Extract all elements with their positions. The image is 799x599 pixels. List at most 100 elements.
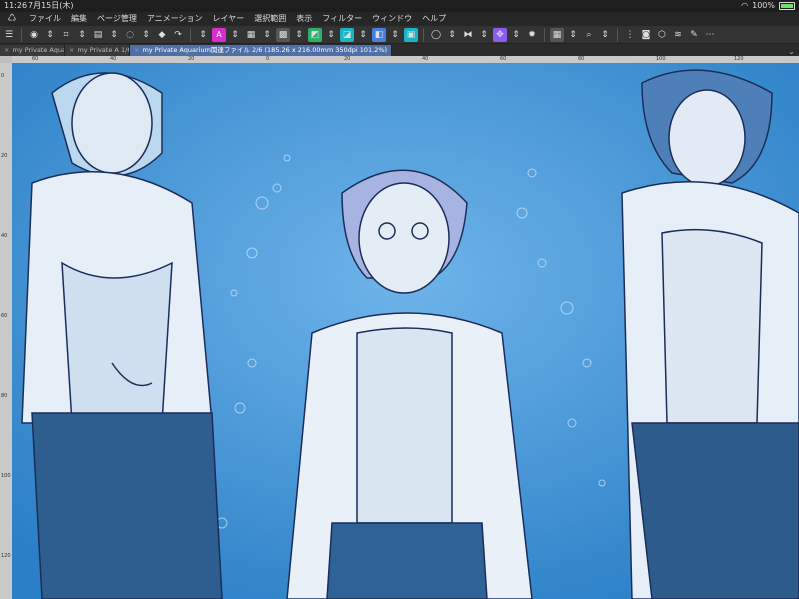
frame-icon[interactable]: ▣ [404, 27, 418, 42]
document-tab[interactable]: × my Private Aqua [0, 45, 65, 56]
menu-item-4[interactable]: レイヤー [208, 12, 250, 26]
arrows-icon[interactable]: ⇕ [445, 28, 459, 42]
record-icon[interactable]: ◉ [27, 28, 41, 42]
arrows-icon[interactable]: ⇕ [107, 28, 121, 42]
layout-icon[interactable]: ▦ [244, 28, 258, 42]
arrows-icon[interactable]: ⇕ [566, 28, 580, 42]
pen-icon[interactable]: ✎ [687, 28, 701, 42]
menu-item-7[interactable]: フィルター [317, 12, 367, 26]
arrows-icon[interactable]: ⇕ [324, 28, 338, 42]
bucket-icon[interactable]: ⬡ [655, 28, 669, 42]
layer-icon[interactable]: ◧ [372, 27, 386, 42]
menu-item-8[interactable]: ウィンドウ [367, 12, 417, 26]
ruler-tick-label: 0 [266, 56, 270, 62]
ruler-tick-label: 120 [734, 56, 744, 62]
toolbar-separator [544, 27, 545, 42]
drag-icon[interactable]: ⋮ [623, 28, 637, 42]
arrows-icon[interactable]: ⇕ [356, 28, 370, 42]
ruler-tick-label: 120 [1, 553, 11, 559]
menu-dots-icon[interactable]: ⋯ [703, 28, 717, 42]
ruler-tick-label: 60 [500, 56, 507, 62]
ruler-tick-label: 40 [422, 56, 429, 62]
search-icon[interactable]: ⌕ [582, 28, 596, 42]
close-tab-icon[interactable]: × [69, 46, 74, 54]
color-icon[interactable]: ◪ [340, 27, 354, 42]
arrows-icon[interactable]: ⇕ [477, 28, 491, 42]
menu-item-2[interactable]: ページ管理 [92, 12, 142, 26]
crop-icon[interactable]: ⌗ [59, 28, 73, 42]
status-right: ◠ 100% [741, 0, 795, 12]
document-tabs: × my Private Aqua × my Private A 1/6 × my Pri… [0, 44, 799, 56]
ruler-tick-label: 60 [32, 56, 39, 62]
tab-label: my Private A 1/6 [77, 46, 130, 54]
ruler-tick-label: 0 [1, 73, 5, 79]
document-tab[interactable]: × my Private Aquarium関連ファイル 2/6 (185.26 x… [130, 45, 393, 56]
arrows-icon[interactable]: ⇕ [388, 28, 402, 42]
ruler-tick-label: 80 [1, 393, 8, 399]
ruler-top: 60 40 20 0 20 40 60 80 100 120 [12, 56, 799, 63]
tab-label: my Private Aqua [12, 46, 65, 54]
command-bar: ☰ ◉ ⇕ ⌗ ⇕ ▤ ⇕ ◌ ⇕ ◆ ↷ ⇕ A ⇕ ▦ ⇕ ▩ ⇕ ◩ ⇕ ◪ ⇕ ◧ ⇕ ▣ ◯ ⇕ ⧓ ⇕ ✥ ⇕ ✹ ▦ ⇕ ⌕ ⇕ ⋮ ◙ ⬡ ≋… [0, 26, 799, 44]
arrows-icon[interactable]: ⇕ [75, 28, 89, 42]
ruler-tick-label: 100 [1, 473, 11, 479]
flip-icon[interactable]: ⧓ [461, 28, 475, 42]
close-tab-icon[interactable]: × [134, 46, 139, 54]
ruler-tick-label: 80 [578, 56, 585, 62]
menu-item-3[interactable]: アニメーション [142, 12, 208, 26]
ruler-tick-label: 20 [1, 153, 8, 159]
image-icon[interactable]: ▩ [276, 27, 290, 42]
arrows-icon[interactable]: ⇕ [228, 28, 242, 42]
ruler-tick-label: 100 [656, 56, 666, 62]
menu-item-9[interactable]: ヘルプ [417, 12, 451, 26]
arrows-icon[interactable]: ⇕ [292, 28, 306, 42]
lasso-icon[interactable]: ◌ [123, 28, 137, 42]
ruler-tick-label: 40 [110, 56, 117, 62]
status-date: 7月15日(木) [28, 1, 74, 10]
ruler-corner [0, 56, 12, 63]
arrows-icon[interactable]: ⇕ [196, 28, 210, 42]
battery-percent: 100% [752, 1, 775, 10]
menu-item-0[interactable]: ファイル [24, 12, 66, 26]
menu-bar: ♺ ファイル 編集 ページ管理 アニメーション レイヤー 選択範囲 表示 フィルター ウィンドウ… [0, 12, 799, 26]
grid-icon[interactable]: ▦ [550, 27, 564, 42]
tab-list-chevron-icon[interactable]: ⌄ [788, 47, 795, 56]
toolbar-separator [190, 27, 191, 42]
arrows-icon[interactable]: ⇕ [43, 28, 57, 42]
stamp-icon[interactable]: ◆ [155, 28, 169, 42]
ruler-tick-label: 20 [344, 56, 351, 62]
arrows-icon[interactable]: ⇕ [139, 28, 153, 42]
toolbar-separator [617, 27, 618, 42]
drawing-canvas[interactable] [12, 63, 799, 599]
ruler-tick-label: 60 [1, 313, 8, 319]
battery-icon [779, 2, 795, 10]
arrows-icon[interactable]: ⇕ [509, 28, 523, 42]
toolbar-separator [423, 27, 424, 42]
text-icon[interactable]: A [212, 27, 226, 42]
ruler-tick-label: 20 [188, 56, 195, 62]
fill-icon[interactable]: ◩ [308, 27, 322, 42]
document-tab[interactable]: × my Private A 1/6 [65, 45, 130, 56]
ruler-left: 0 20 40 60 80 100 120 [0, 63, 12, 599]
lasso-select-icon[interactable]: ◯ [429, 28, 443, 42]
transform-icon[interactable]: ✥ [493, 27, 507, 42]
artwork-illustration [12, 63, 799, 599]
arrows-icon[interactable]: ⇕ [260, 28, 274, 42]
status-bar: 11:26 7月15日(木) ◠ 100% [0, 0, 799, 12]
menu-item-5[interactable]: 選択範囲 [249, 12, 291, 26]
toolbar-separator [21, 27, 22, 42]
wifi-icon: ◠ [741, 1, 749, 10]
gear-icon[interactable]: ✹ [525, 28, 539, 42]
tab-label: my Private Aquarium関連ファイル 2/6 (185.26 x … [142, 46, 388, 54]
camera-icon[interactable]: ◙ [639, 28, 653, 42]
redo-icon[interactable]: ↷ [171, 28, 185, 42]
stack-icon[interactable]: ≋ [671, 28, 685, 42]
close-tab-icon[interactable]: × [4, 46, 9, 54]
menu-item-6[interactable]: 表示 [291, 12, 317, 26]
menu-item-1[interactable]: 編集 [66, 12, 92, 26]
status-time: 11:26 [4, 1, 28, 10]
app-logo-icon[interactable]: ♺ [0, 12, 24, 26]
print-icon[interactable]: ▤ [91, 28, 105, 42]
ruler-tick-label: 40 [1, 233, 8, 239]
hamburger-icon[interactable]: ☰ [2, 28, 16, 42]
arrows-icon[interactable]: ⇕ [598, 28, 612, 42]
